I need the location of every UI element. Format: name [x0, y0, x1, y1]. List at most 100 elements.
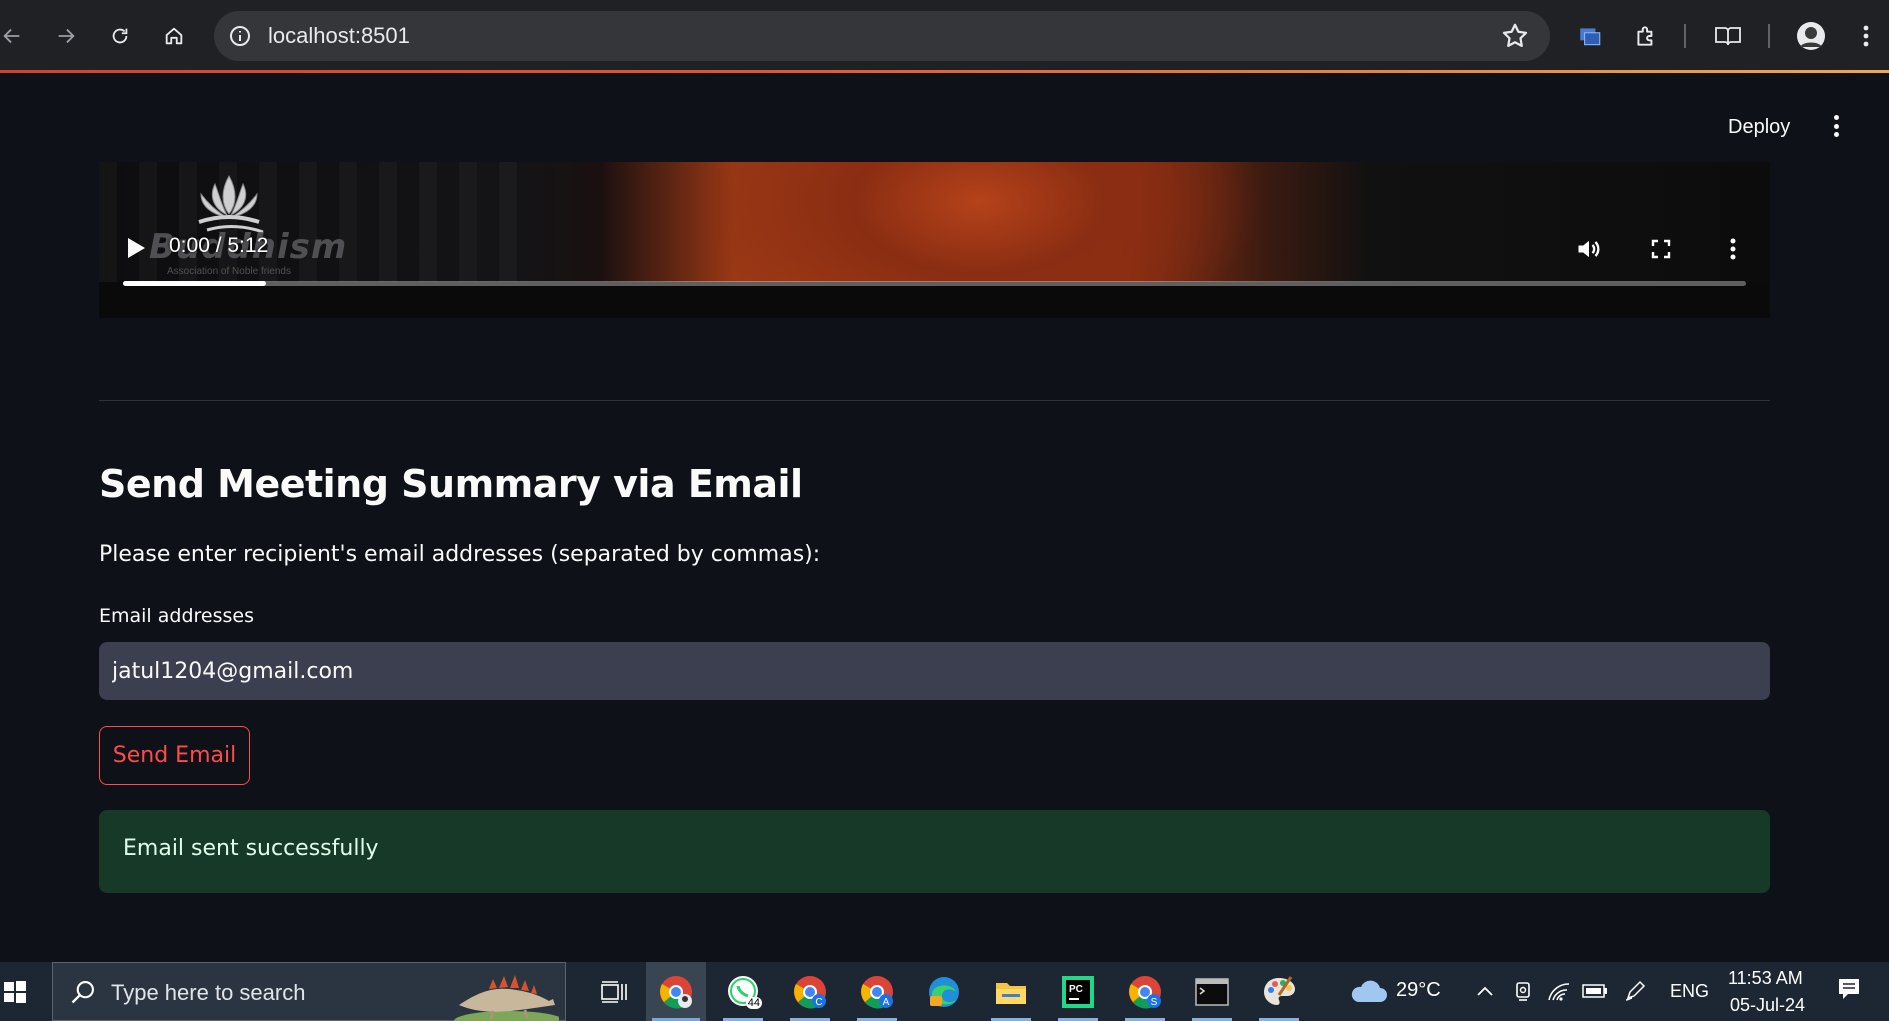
success-message: Email sent successfully — [123, 836, 379, 861]
weather-temperature[interactable]: 29°C — [1396, 979, 1441, 1002]
cloud-icon — [1351, 980, 1387, 1002]
weather-widget[interactable] — [1348, 978, 1388, 1004]
avatar-icon — [1797, 22, 1825, 50]
taskbar-pycharm[interactable]: PC — [1048, 962, 1108, 1021]
video-options-button[interactable] — [1718, 234, 1748, 264]
wifi-icon — [1548, 983, 1570, 1001]
arrow-left-icon — [3, 28, 20, 44]
main-menu-button[interactable] — [1824, 112, 1848, 140]
taskbar-edge[interactable] — [914, 962, 974, 1021]
chrome-icon: C — [794, 975, 826, 1008]
toolbar-separator — [1684, 24, 1686, 48]
home-button[interactable] — [158, 20, 190, 52]
taskbar-chrome-profile[interactable] — [646, 962, 706, 1021]
taskbar-chrome-s[interactable]: S — [1115, 962, 1175, 1021]
show-hidden-icons-button[interactable] — [1472, 978, 1498, 1004]
info-icon[interactable] — [228, 24, 252, 48]
reload-button[interactable] — [104, 20, 136, 52]
start-button[interactable] — [0, 962, 30, 1021]
search-icon — [71, 981, 94, 1004]
svg-text:C: C — [815, 997, 822, 1008]
more-vert-icon — [1730, 238, 1736, 260]
more-vert-icon — [1833, 115, 1839, 120]
taskbar-search[interactable]: Type here to search — [52, 962, 566, 1021]
edge-icon — [929, 976, 959, 1007]
chrome-menu-button[interactable] — [1850, 20, 1882, 52]
battery-icon — [1582, 984, 1607, 998]
logo-subtitle: Association of Noble friends — [167, 266, 291, 277]
notification-badge: 44 — [745, 997, 762, 1009]
toolbar-separator — [1768, 24, 1770, 48]
more-vert-icon — [1863, 25, 1869, 47]
taskbar-chrome-a[interactable]: A — [847, 962, 907, 1021]
chevron-up-icon — [1477, 986, 1493, 996]
success-alert: Email sent successfully — [99, 810, 1770, 893]
taskbar-file-explorer[interactable] — [981, 962, 1041, 1021]
video-player[interactable]: Buddhism Association of Noble friends 0:… — [99, 162, 1770, 318]
language-indicator[interactable]: ENG — [1670, 981, 1709, 1002]
svg-text:A: A — [883, 997, 890, 1008]
chrome-icon: A — [861, 975, 893, 1008]
browser-toolbar: localhost:8501 — [0, 0, 1889, 72]
home-icon — [165, 27, 183, 45]
url-text: localhost:8501 — [268, 23, 410, 48]
back-button[interactable] — [0, 20, 28, 52]
puzzle-icon — [1637, 26, 1653, 46]
fullscreen-icon — [1651, 239, 1671, 259]
notification-icon — [1839, 979, 1859, 999]
profile-button[interactable] — [1795, 20, 1827, 52]
chrome-icon — [660, 975, 692, 1008]
deploy-button[interactable]: Deploy — [1720, 112, 1798, 143]
address-bar[interactable]: localhost:8501 — [214, 11, 1550, 61]
svg-text:PC: PC — [1069, 984, 1083, 995]
windows-logo-icon — [4, 980, 26, 1003]
send-email-button[interactable]: Send Email — [99, 726, 250, 785]
chrome-icon: S — [1129, 975, 1161, 1008]
network-tray-icon[interactable] — [1546, 978, 1572, 1004]
extension-blue-icon — [1580, 28, 1601, 46]
fullscreen-button[interactable] — [1646, 234, 1676, 264]
forward-button[interactable] — [50, 20, 82, 52]
taskbar-whatsapp[interactable]: 44 — [713, 962, 773, 1021]
svg-text:S: S — [1151, 997, 1158, 1008]
terminal-icon — [1195, 977, 1229, 1006]
extensions-button[interactable] — [1630, 20, 1662, 52]
dinosaur-illustration-icon — [454, 975, 559, 1021]
arrow-right-icon — [58, 28, 75, 44]
instructions-text: Please enter recipient's email addresses… — [99, 542, 821, 567]
folder-icon — [996, 982, 1026, 1004]
task-view-button[interactable] — [584, 962, 644, 1021]
battery-tray-icon[interactable] — [1582, 978, 1608, 1004]
volume-icon — [1578, 240, 1600, 258]
loading-accent-line — [0, 70, 1889, 73]
video-buffered-fill — [123, 281, 266, 286]
reload-icon — [112, 28, 128, 44]
pycharm-icon: PC — [1062, 975, 1094, 1008]
book-icon — [1715, 27, 1741, 46]
taskbar-paint[interactable] — [1249, 962, 1309, 1021]
email-field[interactable] — [99, 642, 1770, 700]
video-progress-bar[interactable] — [123, 281, 1746, 286]
notifications-button[interactable] — [1836, 976, 1862, 1002]
taskbar-terminal[interactable] — [1182, 962, 1242, 1021]
reading-list-button[interactable] — [1712, 20, 1744, 52]
clock-date[interactable]: 05-Jul-24 — [1730, 995, 1805, 1016]
pen-tray-icon[interactable] — [1622, 978, 1648, 1004]
tab-search-button[interactable] — [1574, 20, 1606, 52]
webcam-icon — [1516, 982, 1530, 1001]
page-title: Send Meeting Summary via Email — [99, 462, 803, 506]
bookmark-star-icon[interactable] — [1500, 21, 1530, 51]
task-view-icon — [601, 980, 627, 1003]
clock-time[interactable]: 11:53 AM — [1728, 968, 1803, 989]
paint-palette-icon — [1264, 975, 1295, 1005]
video-time-display: 0:00 / 5:12 — [169, 234, 269, 257]
windows-taskbar: Type here to search 44 C A PC S 29°C ENG… — [0, 962, 1889, 1021]
volume-button[interactable] — [1574, 234, 1604, 264]
pen-icon — [1625, 980, 1646, 1001]
email-field-label: Email addresses — [99, 605, 254, 627]
play-icon[interactable] — [125, 236, 147, 260]
camera-tray-icon[interactable] — [1510, 978, 1536, 1004]
search-placeholder: Type here to search — [111, 980, 306, 1005]
taskbar-chrome-c[interactable]: C — [780, 962, 840, 1021]
divider — [99, 400, 1770, 401]
